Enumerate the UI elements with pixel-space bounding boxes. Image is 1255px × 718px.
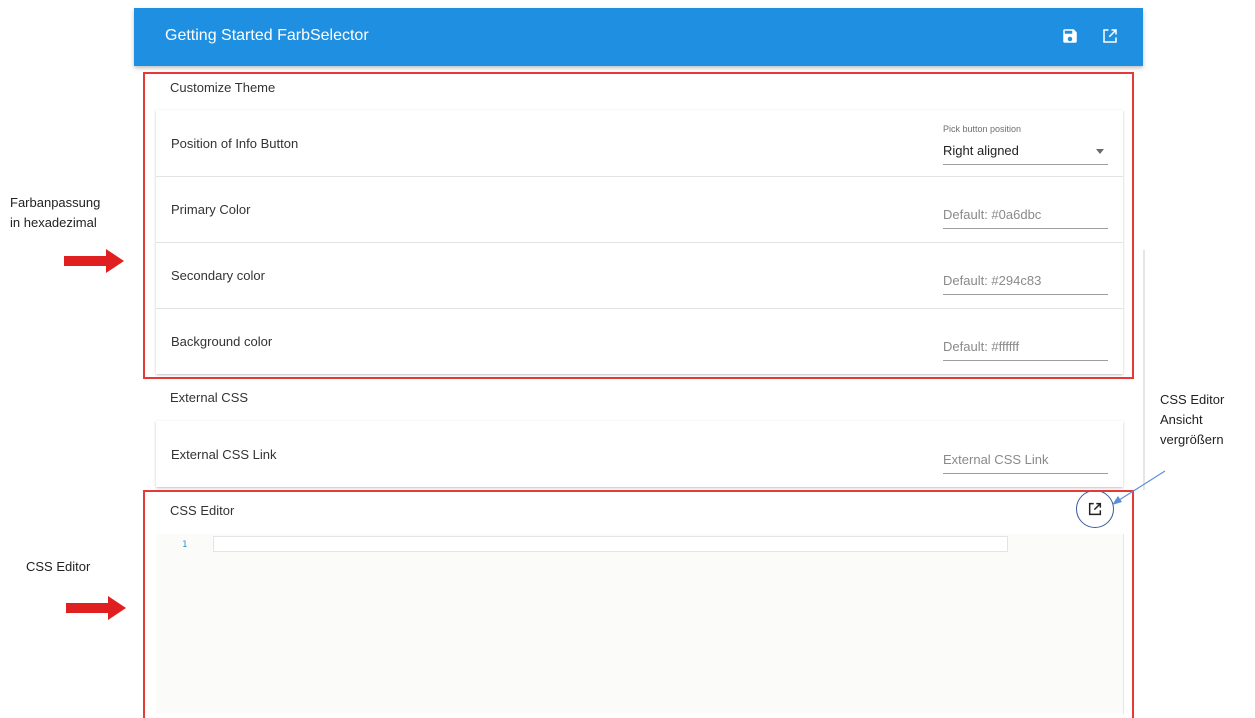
pointer-arrow-icon bbox=[1112, 470, 1166, 505]
customize-theme-heading: Customize Theme bbox=[170, 80, 276, 95]
secondary-color-field[interactable] bbox=[943, 268, 1108, 295]
button-position-value: Right aligned bbox=[943, 143, 1019, 158]
secondary-color-label: Secondary color bbox=[171, 268, 265, 283]
right-arrow-icon bbox=[64, 249, 124, 273]
open-in-new-button[interactable] bbox=[1099, 25, 1121, 47]
primary-color-label: Primary Color bbox=[171, 202, 251, 217]
annotation-expand-text: CSS Editor Ansicht vergrößern bbox=[1160, 390, 1224, 450]
background-color-label: Background color bbox=[171, 334, 273, 349]
info-button-position-label: Position of Info Button bbox=[171, 136, 299, 151]
external-css-link-input[interactable] bbox=[943, 447, 1108, 471]
save-button[interactable] bbox=[1059, 25, 1081, 47]
annotation-line: vergrößern bbox=[1160, 432, 1224, 447]
app-bar: Getting Started FarbSelector bbox=[134, 8, 1143, 66]
annotation-editor-text: CSS Editor bbox=[26, 559, 91, 574]
save-icon bbox=[1063, 29, 1077, 43]
secondary-color-row: Secondary color bbox=[156, 242, 1123, 309]
open-in-new-icon bbox=[1103, 29, 1117, 43]
secondary-color-input[interactable] bbox=[943, 268, 1108, 292]
pick-position-label: Pick button position bbox=[943, 124, 1022, 134]
button-position-select[interactable]: Right aligned bbox=[943, 140, 1108, 165]
primary-color-row: Primary Color bbox=[156, 176, 1123, 243]
expand-editor-button[interactable] bbox=[1085, 499, 1105, 519]
scrollbar-track[interactable] bbox=[1143, 250, 1145, 490]
external-css-link-row: External CSS Link bbox=[156, 421, 1123, 487]
background-color-field[interactable] bbox=[943, 334, 1108, 361]
background-color-input[interactable] bbox=[943, 334, 1108, 358]
css-code-editor[interactable]: 1 bbox=[156, 534, 1124, 714]
app-title: Getting Started FarbSelector bbox=[165, 27, 369, 44]
theme-settings-card: Position of Info Button Pick button posi… bbox=[156, 110, 1123, 374]
info-button-position-row: Position of Info Button Pick button posi… bbox=[156, 110, 1123, 177]
line-number: 1 bbox=[182, 540, 188, 550]
css-editor-heading: CSS Editor bbox=[170, 503, 235, 518]
annotation-line: Farbanpassung bbox=[10, 195, 101, 210]
annotation-color-text: Farbanpassung in hexadezimal bbox=[10, 193, 100, 233]
annotation-line: Ansicht bbox=[1160, 412, 1203, 427]
external-css-link-label: External CSS Link bbox=[171, 447, 277, 462]
annotation-line: in hexadezimal bbox=[10, 215, 97, 230]
primary-color-input[interactable] bbox=[943, 202, 1108, 226]
background-color-row: Background color bbox=[156, 308, 1123, 374]
active-line[interactable] bbox=[213, 536, 1008, 552]
external-css-heading: External CSS bbox=[170, 390, 249, 405]
annotation-line: CSS Editor bbox=[1160, 392, 1225, 407]
external-css-card: External CSS Link bbox=[156, 421, 1123, 487]
open-in-new-icon bbox=[1088, 502, 1102, 516]
primary-color-field[interactable] bbox=[943, 202, 1108, 229]
right-arrow-icon bbox=[66, 596, 126, 620]
caret-down-icon bbox=[1096, 149, 1104, 154]
external-css-link-field[interactable] bbox=[943, 447, 1108, 474]
